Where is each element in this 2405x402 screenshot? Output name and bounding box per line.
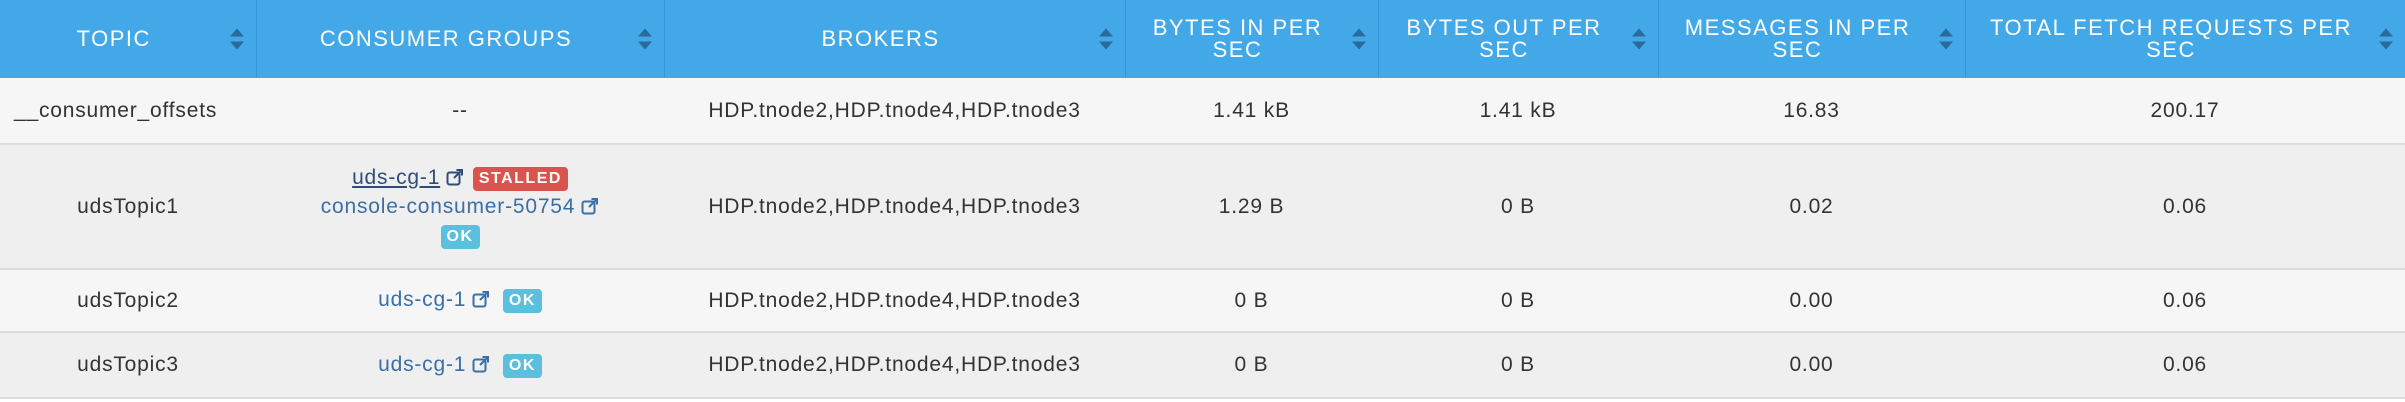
bytes-out-cell: 1.41 kB [1378,78,1658,145]
column-header-messages-in[interactable]: MESSAGES IN PER SEC [1658,0,1966,78]
external-link-icon[interactable] [472,355,490,373]
consumer-groups-cell: -- [256,78,664,145]
brokers-cell: HDP.tnode2,HDP.tnode4,HDP.tnode3 [664,269,1125,333]
table-body: __consumer_offsets -- HDP.tnode2,HDP.tno… [0,78,2405,399]
table-row: udsTopic3 uds-cg-1 OK HDP.tnode2,HDP.tno… [0,332,2405,399]
column-header-topic[interactable]: TOPIC [0,0,257,78]
topic-cell: udsTopic3 [0,332,256,399]
bytes-out-cell: 0 B [1378,332,1658,399]
messages-in-cell: 0.00 [1658,332,1965,399]
column-header-consumer-groups[interactable]: CONSUMER GROUPS [256,0,665,78]
messages-in-cell: 0.02 [1658,144,1965,270]
consumer-groups-cell: uds-cg-1 STALLED console-consumer-50754 … [256,144,664,270]
messages-in-cell: 16.83 [1658,78,1965,145]
consumer-group-link[interactable]: uds-cg-1 [378,353,466,376]
fetch-requests-cell: 0.06 [1965,269,2405,333]
fetch-requests-cell: 200.17 [1965,78,2405,145]
status-badge-ok: OK [502,353,542,378]
external-link-icon[interactable] [581,197,599,215]
bytes-in-cell: 1.29 B [1125,144,1378,270]
table-row: udsTopic2 uds-cg-1 OK HDP.tnode2,HDP.tno… [0,269,2405,333]
brokers-cell: HDP.tnode2,HDP.tnode4,HDP.tnode3 [664,332,1125,399]
column-header-label: TOPIC [76,26,151,51]
badge-line: OK [262,221,658,251]
status-badge-ok: OK [440,224,480,249]
table-row: __consumer_offsets -- HDP.tnode2,HDP.tno… [0,78,2405,145]
sort-icon[interactable] [2378,28,2393,50]
topic-cell: __consumer_offsets [0,78,256,145]
external-link-icon[interactable] [472,290,490,308]
consumer-groups-cell: uds-cg-1 OK [256,332,664,399]
column-header-label: BROKERS [821,26,940,51]
sort-icon[interactable] [1351,28,1366,50]
fetch-requests-cell: 0.06 [1965,332,2405,399]
external-link-icon[interactable] [446,168,464,186]
column-header-label: BYTES IN PER SEC [1152,15,1323,62]
sort-icon[interactable] [637,28,652,50]
topics-table: TOPIC CONSUMER GROUPS BROKERS BYTES IN P… [0,0,2405,399]
topic-cell: udsTopic1 [0,144,256,270]
consumer-groups-cell: uds-cg-1 OK [256,269,664,333]
status-badge-stalled: STALLED [472,166,568,191]
column-header-bytes-out[interactable]: BYTES OUT PER SEC [1378,0,1659,78]
brokers-cell: HDP.tnode2,HDP.tnode4,HDP.tnode3 [664,144,1125,270]
status-badge-ok: OK [502,289,542,313]
consumer-group-link[interactable]: uds-cg-1 [378,288,466,311]
fetch-requests-cell: 0.06 [1965,144,2405,270]
messages-in-cell: 0.00 [1658,269,1965,333]
bytes-in-cell: 1.41 kB [1125,78,1378,145]
column-header-label: TOTAL FETCH REQUESTS PER SEC [1990,15,2352,62]
table-row: udsTopic1 uds-cg-1 STALLED console-consu… [0,144,2405,270]
column-header-label: BYTES OUT PER SEC [1406,15,1602,62]
sort-icon[interactable] [1938,28,1953,50]
sort-icon[interactable] [1098,28,1113,50]
column-header-label: MESSAGES IN PER SEC [1684,15,1911,62]
column-header-label: CONSUMER GROUPS [319,26,573,51]
bytes-out-cell: 0 B [1378,144,1658,270]
sort-icon[interactable] [229,28,244,50]
consumer-group-link[interactable]: console-consumer-50754 [321,195,576,218]
consumer-group-link[interactable]: uds-cg-1 [352,166,440,189]
table-header: TOPIC CONSUMER GROUPS BROKERS BYTES IN P… [0,0,2405,78]
bytes-out-cell: 0 B [1378,269,1658,333]
brokers-cell: HDP.tnode2,HDP.tnode4,HDP.tnode3 [664,78,1125,145]
column-header-fetch-requests[interactable]: TOTAL FETCH REQUESTS PER SEC [1965,0,2405,78]
bytes-in-cell: 0 B [1125,332,1378,399]
bytes-in-cell: 0 B [1125,269,1378,333]
column-header-bytes-in[interactable]: BYTES IN PER SEC [1125,0,1379,78]
column-header-brokers[interactable]: BROKERS [664,0,1126,78]
consumer-group-entry: uds-cg-1 STALLED [262,163,658,192]
sort-icon[interactable] [1631,28,1646,50]
topic-cell: udsTopic2 [0,269,256,333]
consumer-group-entry: console-consumer-50754 [262,192,658,221]
